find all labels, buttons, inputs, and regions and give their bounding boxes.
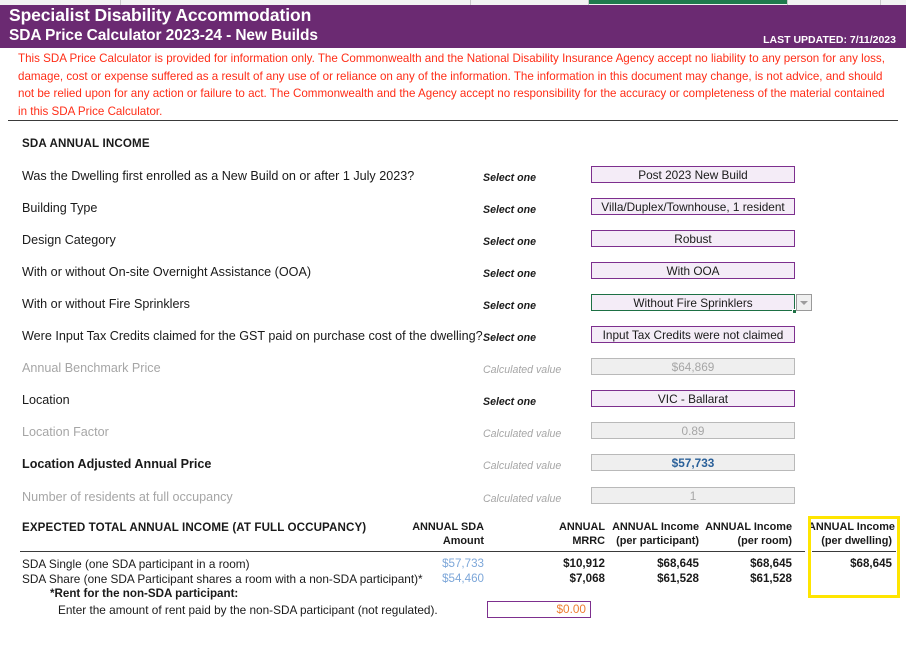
column-header-annual-income-per-participant: ANNUAL Income (per participant) [605, 521, 699, 548]
row-hint-input-tax-credits: Select one [483, 332, 536, 344]
column-header-annual-income-per-room: ANNUAL Income (per room) [703, 521, 792, 548]
table-title-expected-total-annual-income: EXPECTED TOTAL ANNUAL INCOME (AT FULL OC… [22, 521, 367, 534]
cell-sda-share-per-participant: $61,528 [657, 572, 699, 585]
select-fire-sprinklers[interactable]: Without Fire Sprinklers [591, 294, 795, 311]
chevron-down-glyph [800, 300, 808, 305]
value-number-of-residents: 1 [591, 487, 795, 504]
page-subtitle: SDA Price Calculator 2023-24 - New Build… [9, 27, 318, 44]
row-hint-ooa: Select one [483, 268, 536, 280]
footnote-rent-instruction: Enter the amount of rent paid by the non… [58, 603, 438, 617]
cell-sda-single-per-room: $68,645 [750, 557, 792, 570]
select-location[interactable]: VIC - Ballarat [591, 390, 795, 407]
cell-sda-share-mrrc: $7,068 [569, 572, 605, 585]
value-location-adjusted-annual-price: $57,733 [591, 454, 795, 471]
cell-sda-share-per-room: $61,528 [750, 572, 792, 585]
column-header-annual-sda-amount: ANNUAL SDA Amount [398, 521, 484, 548]
disclaimer-text: This SDA Price Calculator is provided fo… [18, 52, 885, 118]
row-hint-building-type: Select one [483, 204, 536, 216]
select-ooa[interactable]: With OOA [591, 262, 795, 279]
row-hint-location-adjusted-annual-price: Calculated value [483, 460, 562, 472]
row-hint-fire-sprinklers: Select one [483, 300, 536, 312]
row-label-location-factor: Location Factor [22, 425, 109, 439]
row-hint-new-build-question: Select one [483, 172, 536, 184]
page-banner: Specialist Disability Accommodation SDA … [0, 5, 906, 48]
table-row-label-sda-single: SDA Single (one SDA participant in a roo… [22, 557, 250, 571]
value-annual-benchmark-price: $64,869 [591, 358, 795, 375]
cell-sda-single-per-participant: $68,645 [657, 557, 699, 570]
row-hint-number-of-residents: Calculated value [483, 493, 562, 505]
row-label-ooa: With or without On-site Overnight Assist… [22, 265, 312, 279]
column-header-line2: MRRC [572, 534, 605, 547]
column-header-line2: (per participant) [616, 534, 699, 547]
cell-sda-share-amount: $54,460 [442, 572, 484, 585]
last-updated-label: LAST UPDATED: 7/11/2023 [763, 34, 896, 46]
row-label-number-of-residents: Number of residents at full occupancy [22, 490, 233, 504]
select-new-build[interactable]: Post 2023 New Build [591, 166, 795, 183]
row-label-location-adjusted-annual-price: Location Adjusted Annual Price [22, 457, 212, 471]
select-design-category[interactable]: Robust [591, 230, 795, 247]
section-heading-sda-annual-income: SDA ANNUAL INCOME [22, 137, 150, 150]
row-label-annual-benchmark-price: Annual Benchmark Price [22, 361, 161, 375]
row-hint-location: Select one [483, 396, 536, 408]
column-header-line1: ANNUAL Income [612, 521, 699, 533]
header-divider [8, 120, 898, 121]
row-label-location: Location [22, 393, 70, 407]
column-header-annual-mrrc: ANNUAL MRRC [512, 521, 605, 548]
footnote-rent-heading: *Rent for the non-SDA participant: [50, 587, 239, 600]
column-header-line1: ANNUAL SDA [412, 521, 484, 533]
row-hint-location-factor: Calculated value [483, 428, 562, 440]
row-label-building-type: Building Type [22, 201, 98, 215]
row-label-input-tax-credits: Were Input Tax Credits claimed for the G… [22, 329, 483, 343]
select-building-type[interactable]: Villa/Duplex/Townhouse, 1 resident [591, 198, 795, 215]
row-label-fire-sprinklers: With or without Fire Sprinklers [22, 297, 190, 311]
selection-indicator-bar [588, 0, 787, 4]
value-location-factor: 0.89 [591, 422, 795, 439]
column-header-line2: (per room) [737, 534, 792, 547]
rent-amount-input[interactable]: $0.00 [487, 601, 591, 618]
row-hint-annual-benchmark-price: Calculated value [483, 364, 562, 376]
column-header-line1: ANNUAL Income [705, 521, 792, 533]
page-title: Specialist Disability Accommodation [9, 5, 312, 25]
cell-sda-single-mrrc: $10,912 [563, 557, 605, 570]
row-label-new-build-question: Was the Dwelling first enrolled as a New… [22, 169, 415, 183]
column-header-line2: Amount [442, 534, 484, 547]
row-hint-design-category: Select one [483, 236, 536, 248]
table-header-divider-highlight [812, 551, 896, 552]
table-row-label-sda-share: SDA Share (one SDA Participant shares a … [22, 572, 423, 586]
cell-sda-single-amount: $57,733 [442, 557, 484, 570]
column-header-line1: ANNUAL [559, 521, 605, 533]
row-label-design-category: Design Category [22, 233, 116, 247]
table-header-divider [20, 551, 805, 552]
chevron-down-icon[interactable] [796, 294, 812, 311]
cell-sda-single-per-dwelling: $68,645 [850, 557, 892, 570]
select-input-tax-credits[interactable]: Input Tax Credits were not claimed [591, 326, 795, 343]
